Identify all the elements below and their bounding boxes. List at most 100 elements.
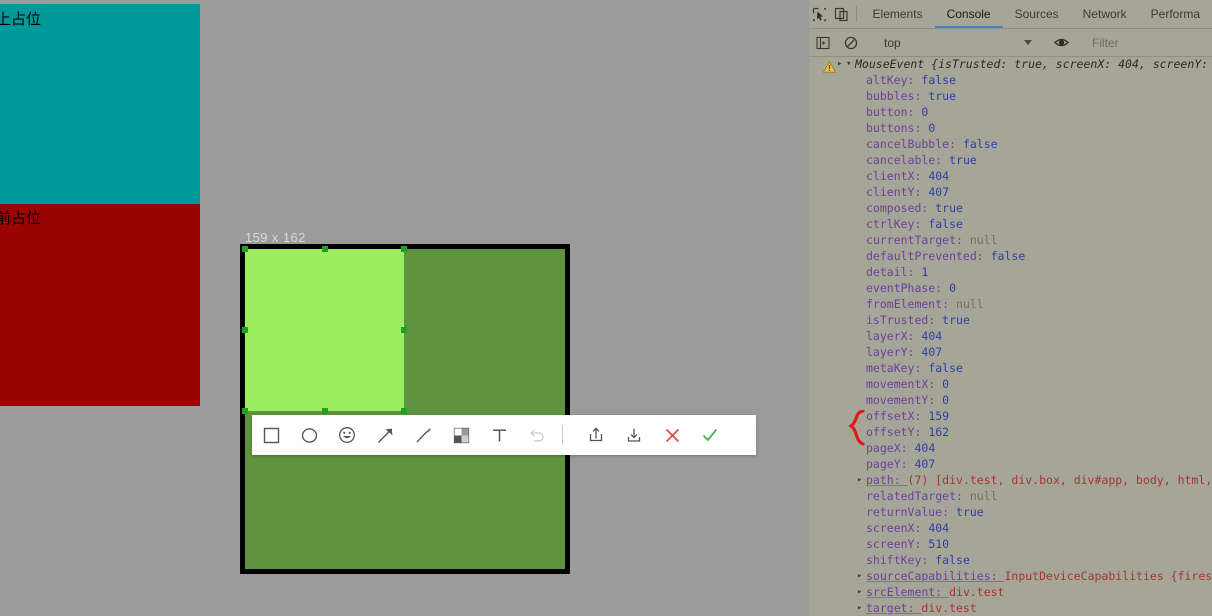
cancel-tool-icon[interactable] xyxy=(653,415,691,455)
console-entry-row[interactable]: detail: 1 xyxy=(809,264,1212,280)
console-entry-row[interactable]: fromElement: null xyxy=(809,296,1212,312)
tab-network[interactable]: Network xyxy=(1071,0,1139,28)
console-entry-row[interactable]: layerY: 407 xyxy=(809,344,1212,360)
console-sidebar-icon[interactable] xyxy=(809,36,837,50)
expand-arrow-icon[interactable]: ▸ xyxy=(857,584,866,600)
console-entry-row[interactable]: pageX: 404 xyxy=(809,440,1212,456)
devtools-tabbar: Elements Console Sources Network Perform… xyxy=(809,0,1212,29)
console-filter-input[interactable]: Filter xyxy=(1092,36,1119,50)
collapse-arrow-icon[interactable]: ▾ xyxy=(846,56,855,72)
capture-selection-region[interactable] xyxy=(242,246,407,414)
console-entry-value: false xyxy=(928,361,963,375)
console-entry-row[interactable]: pageY: 407 xyxy=(809,456,1212,472)
live-expression-eye-icon[interactable] xyxy=(1047,35,1075,50)
confirm-tool-icon[interactable] xyxy=(691,415,729,455)
console-entry-row[interactable]: offsetX: 159 xyxy=(809,408,1212,424)
console-entry-row[interactable]: ▸ target: div.test xyxy=(809,600,1212,616)
console-entry-value: 162 xyxy=(928,425,950,439)
console-entry-row[interactable]: returnValue: true xyxy=(809,504,1212,520)
console-entry-value: 0 xyxy=(942,393,950,407)
console-entry-row[interactable]: defaultPrevented: false xyxy=(809,248,1212,264)
resize-handle-ne[interactable] xyxy=(401,246,407,252)
resize-handle-n[interactable] xyxy=(321,246,328,252)
console-entry-row[interactable]: eventPhase: 0 xyxy=(809,280,1212,296)
console-entry-row[interactable]: cancelable: true xyxy=(809,152,1212,168)
pen-tool-icon[interactable] xyxy=(404,415,442,455)
resize-handle-se[interactable] xyxy=(401,408,407,414)
rectangle-tool-icon[interactable] xyxy=(252,415,290,455)
undo-tool-icon[interactable] xyxy=(518,415,556,455)
console-entry-row[interactable]: ▸ srcElement: div.test xyxy=(809,584,1212,600)
resize-handle-e[interactable] xyxy=(401,327,407,333)
console-entry-key: shiftKey: xyxy=(866,553,936,567)
console-entry-row[interactable]: button: 0 xyxy=(809,104,1212,120)
annotation-toolbar[interactable] xyxy=(252,415,756,455)
download-tool-icon[interactable] xyxy=(615,415,653,455)
emoji-tool-icon[interactable] xyxy=(328,415,366,455)
console-entry-value: div.test xyxy=(921,601,977,615)
expand-arrow-icon[interactable]: ▸ xyxy=(857,568,866,584)
console-entry-key: movementY: xyxy=(866,393,943,407)
console-entry-key: eventPhase: xyxy=(866,281,950,295)
console-log-body[interactable]: ▸ ▾ MouseEvent {isTrusted: true, screenX: … xyxy=(809,56,1212,616)
console-entry-row[interactable]: cancelBubble: false xyxy=(809,136,1212,152)
resize-handle-s[interactable] xyxy=(321,408,328,414)
console-entry-row[interactable]: composed: true xyxy=(809,200,1212,216)
console-entry-row[interactable]: relatedTarget: null xyxy=(809,488,1212,504)
console-entry-row[interactable]: clientX: 404 xyxy=(809,168,1212,184)
console-entry-row[interactable]: ▸ sourceCapabilities: InputDeviceCapabili… xyxy=(809,568,1212,584)
chevron-down-icon xyxy=(1024,40,1032,45)
console-entry-value: true xyxy=(935,201,963,215)
tab-performance[interactable]: Performa xyxy=(1139,0,1212,28)
expand-arrow-icon[interactable]: ▸ xyxy=(837,56,846,72)
console-entry-row[interactable]: altKey: false xyxy=(809,72,1212,88)
arrow-tool-icon[interactable] xyxy=(366,415,404,455)
console-entry-row[interactable]: isTrusted: true xyxy=(809,312,1212,328)
front-placeholder-block: 前占位 xyxy=(0,204,200,406)
console-entry-key: defaultPrevented: xyxy=(866,249,991,263)
console-entry-row[interactable]: screenX: 404 xyxy=(809,520,1212,536)
console-entry-value: false xyxy=(935,553,970,567)
inspect-element-icon[interactable] xyxy=(809,0,830,28)
console-entry-value: true xyxy=(928,89,957,103)
console-entry-value: 407 xyxy=(921,345,943,359)
console-entry-row[interactable]: currentTarget: null xyxy=(809,232,1212,248)
device-toolbar-icon[interactable] xyxy=(830,0,851,28)
mosaic-tool-icon[interactable] xyxy=(442,415,480,455)
text-tool-icon[interactable] xyxy=(480,415,518,455)
tab-elements[interactable]: Elements xyxy=(861,0,935,28)
resize-handle-sw[interactable] xyxy=(242,408,248,414)
ellipse-tool-icon[interactable] xyxy=(290,415,328,455)
resize-handle-w[interactable] xyxy=(242,327,248,333)
console-entry-row[interactable]: buttons: 0 xyxy=(809,120,1212,136)
console-entry-row[interactable]: metaKey: false xyxy=(809,360,1212,376)
tab-sources[interactable]: Sources xyxy=(1003,0,1071,28)
console-entry-row[interactable]: screenY: 510 xyxy=(809,536,1212,552)
console-entry-row[interactable]: bubbles: true xyxy=(809,88,1212,104)
share-tool-icon[interactable] xyxy=(577,415,615,455)
console-entry-row[interactable]: offsetY: 162 xyxy=(809,424,1212,440)
console-entry-key: buttons: xyxy=(866,121,929,135)
console-entry-value: true xyxy=(942,313,970,327)
tab-console[interactable]: Console xyxy=(935,0,1003,28)
console-entry-row[interactable]: shiftKey: false xyxy=(809,552,1212,568)
console-entry-value: false xyxy=(962,137,998,151)
console-entry-key: metaKey: xyxy=(866,361,929,375)
execution-context-select[interactable]: top xyxy=(878,34,1038,52)
console-entry-key: sourceCapabilities: xyxy=(866,569,1005,583)
console-entry-row[interactable]: clientY: 407 xyxy=(809,184,1212,200)
devtools-panel: Elements Console Sources Network Perform… xyxy=(809,0,1212,616)
clear-console-icon[interactable] xyxy=(837,36,865,50)
expand-arrow-icon[interactable]: ▸ xyxy=(857,472,866,488)
console-entry-row[interactable]: layerX: 404 xyxy=(809,328,1212,344)
console-entry-row[interactable]: ▸ path: (7) [div.test, div.box, div#app, … xyxy=(809,472,1212,488)
console-entry-value: false xyxy=(921,73,957,87)
console-entry-row[interactable]: movementX: 0 xyxy=(809,376,1212,392)
console-entry-row[interactable]: ctrlKey: false xyxy=(809,216,1212,232)
expand-arrow-icon[interactable]: ▸ xyxy=(857,600,866,616)
console-entry-row[interactable]: movementY: 0 xyxy=(809,392,1212,408)
console-entry-header[interactable]: ▸ ▾ MouseEvent {isTrusted: true, screenX: … xyxy=(809,56,1212,72)
console-entry-value: 159 xyxy=(928,409,950,423)
resize-handle-nw[interactable] xyxy=(242,246,248,252)
console-entry-key: path: xyxy=(866,473,908,487)
